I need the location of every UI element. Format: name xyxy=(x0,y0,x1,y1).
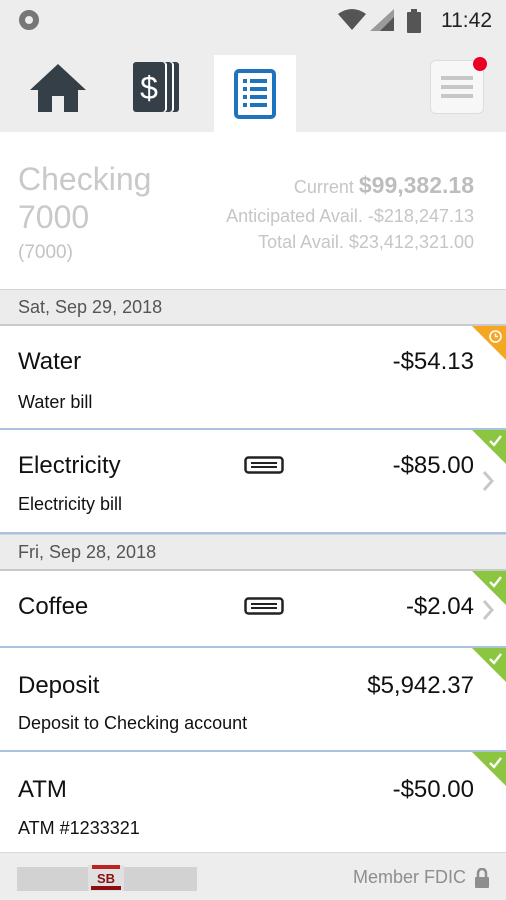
status-time: 11:42 xyxy=(441,9,492,32)
lock-icon xyxy=(475,868,489,888)
tab-home[interactable] xyxy=(17,42,99,132)
bank-logo: SB xyxy=(88,865,124,891)
checkmark-icon xyxy=(489,576,502,588)
transaction-description: Electricity bill xyxy=(18,494,123,514)
account-summary: Checking 7000 (7000) Current $99,382.18 … xyxy=(0,132,506,288)
transaction-amount: -$85.00 xyxy=(392,452,474,479)
money-icon: $ xyxy=(133,62,179,112)
transaction-description: ATM #1233321 xyxy=(18,818,140,838)
wifi-icon xyxy=(338,9,366,30)
checkmark-icon xyxy=(489,653,502,665)
checkmark-icon xyxy=(489,757,502,769)
chevron-right-icon xyxy=(482,471,494,491)
transaction-name: ATM xyxy=(18,776,67,803)
memo-icon xyxy=(244,597,284,615)
current-balance: Current $99,382.18 xyxy=(294,172,474,199)
svg-text:$: $ xyxy=(140,70,158,106)
menu-icon xyxy=(441,76,473,98)
total-available: Total Avail. $23,412,321.00 xyxy=(258,232,474,252)
transaction-name: Deposit xyxy=(18,672,100,699)
account-name-line1: Checking xyxy=(18,161,152,197)
transaction-row-water[interactable]: Water Water bill -$54.13 xyxy=(0,326,506,430)
transaction-row-deposit[interactable]: Deposit Deposit to Checking account $5,9… xyxy=(0,648,506,752)
transaction-description: Water bill xyxy=(18,392,93,412)
transaction-name: Coffee xyxy=(18,593,89,620)
transaction-amount: -$2.04 xyxy=(405,593,474,620)
account-name: Checking 7000 xyxy=(18,160,151,236)
transaction-row-coffee[interactable]: Coffee -$2.04 xyxy=(0,571,506,648)
tab-transactions[interactable] xyxy=(214,55,296,132)
notification-dot-icon xyxy=(19,10,39,30)
battery-icon xyxy=(407,9,421,33)
checkmark-icon xyxy=(489,435,502,447)
current-balance-value: $99,382.18 xyxy=(358,172,474,198)
cell-signal-icon xyxy=(370,9,394,31)
account-name-line2: 7000 xyxy=(18,199,90,235)
date-header: Sat, Sep 29, 2018 xyxy=(0,289,506,326)
transaction-name: Electricity xyxy=(18,452,121,479)
current-balance-label: Current xyxy=(293,177,354,197)
transaction-amount: -$50.00 xyxy=(392,776,474,803)
bank-logo-text: SB xyxy=(97,871,115,886)
document-list-icon xyxy=(234,68,276,119)
transaction-name: Water xyxy=(18,348,82,375)
date-header: Fri, Sep 28, 2018 xyxy=(0,534,506,571)
transaction-description: Deposit to Checking account xyxy=(18,713,248,733)
transaction-row-electricity[interactable]: Electricity Electricity bill -$85.00 xyxy=(0,430,506,534)
transaction-row-atm[interactable]: ATM ATM #1233321 -$50.00 xyxy=(0,752,506,852)
status-bar: 11:42 xyxy=(0,0,506,42)
account-number: (7000) xyxy=(18,242,73,263)
notification-badge xyxy=(473,57,487,71)
tab-accounts[interactable]: $ xyxy=(116,42,198,132)
anticipated-available: Anticipated Avail. -$218,247.13 xyxy=(226,206,474,226)
transaction-amount: -$54.13 xyxy=(392,348,474,375)
home-icon xyxy=(30,64,86,112)
clock-icon xyxy=(489,330,502,343)
member-fdic-text: Member FDIC xyxy=(352,867,466,887)
footer: SB Member FDIC xyxy=(0,852,506,900)
top-nav: $ xyxy=(0,42,506,132)
transaction-amount: $5,942.37 xyxy=(367,672,474,699)
memo-icon xyxy=(244,456,284,474)
menu-button[interactable] xyxy=(430,57,487,114)
